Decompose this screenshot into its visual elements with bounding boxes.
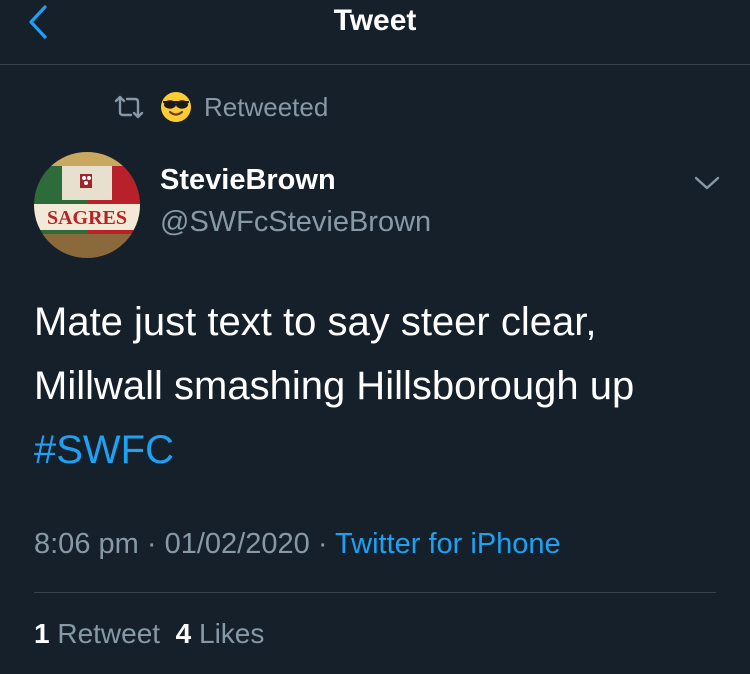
tweet-source-link[interactable]: Twitter for iPhone bbox=[335, 528, 561, 560]
tweet-text: Mate just text to say steer clear, Millw… bbox=[34, 290, 724, 482]
tweet-time: 8:06 pm bbox=[34, 528, 139, 560]
retweets-count: 1 bbox=[34, 618, 50, 649]
author-handle[interactable]: @SWFcStevieBrown bbox=[160, 206, 431, 239]
nav-bar: Tweet bbox=[0, 0, 750, 65]
avatar[interactable]: SAGRES bbox=[34, 152, 140, 258]
retweet-icon bbox=[114, 95, 144, 119]
sagres-beer-can-avatar: SAGRES bbox=[34, 152, 140, 258]
meta-separator: · bbox=[317, 528, 328, 560]
avatar-brand-text: SAGRES bbox=[47, 207, 127, 229]
hashtag-link[interactable]: #SWFC bbox=[34, 418, 724, 482]
retweets-label: Retweet bbox=[57, 618, 161, 649]
likes-stat[interactable]: 4 Likes bbox=[176, 618, 265, 649]
author-display-name[interactable]: StevieBrown bbox=[160, 164, 336, 197]
tweet-text-line-2: Millwall smashing Hillsborough up bbox=[34, 364, 635, 408]
retweeted-label: Retweeted bbox=[204, 91, 329, 122]
smiling-face-with-sunglasses-icon bbox=[161, 92, 191, 122]
tweet-meta: 8:06 pm · 01/02/2020 · Twitter for iPhon… bbox=[34, 528, 561, 562]
page-title: Tweet bbox=[333, 4, 417, 37]
meta-separator: · bbox=[146, 528, 157, 560]
retweets-stat[interactable]: 1 Retweet bbox=[34, 618, 160, 649]
likes-label: Likes bbox=[199, 618, 265, 649]
likes-count: 4 bbox=[175, 618, 192, 649]
tweet-date: 01/02/2020 bbox=[164, 528, 310, 560]
retweeted-banner: Retweeted bbox=[112, 88, 328, 126]
divider bbox=[34, 592, 716, 593]
tweet-stats: 1 Retweet 4 Likes bbox=[34, 618, 264, 652]
tweet-text-line-1: Mate just text to say steer clear, bbox=[34, 300, 597, 344]
chevron-down-icon[interactable] bbox=[692, 170, 722, 194]
